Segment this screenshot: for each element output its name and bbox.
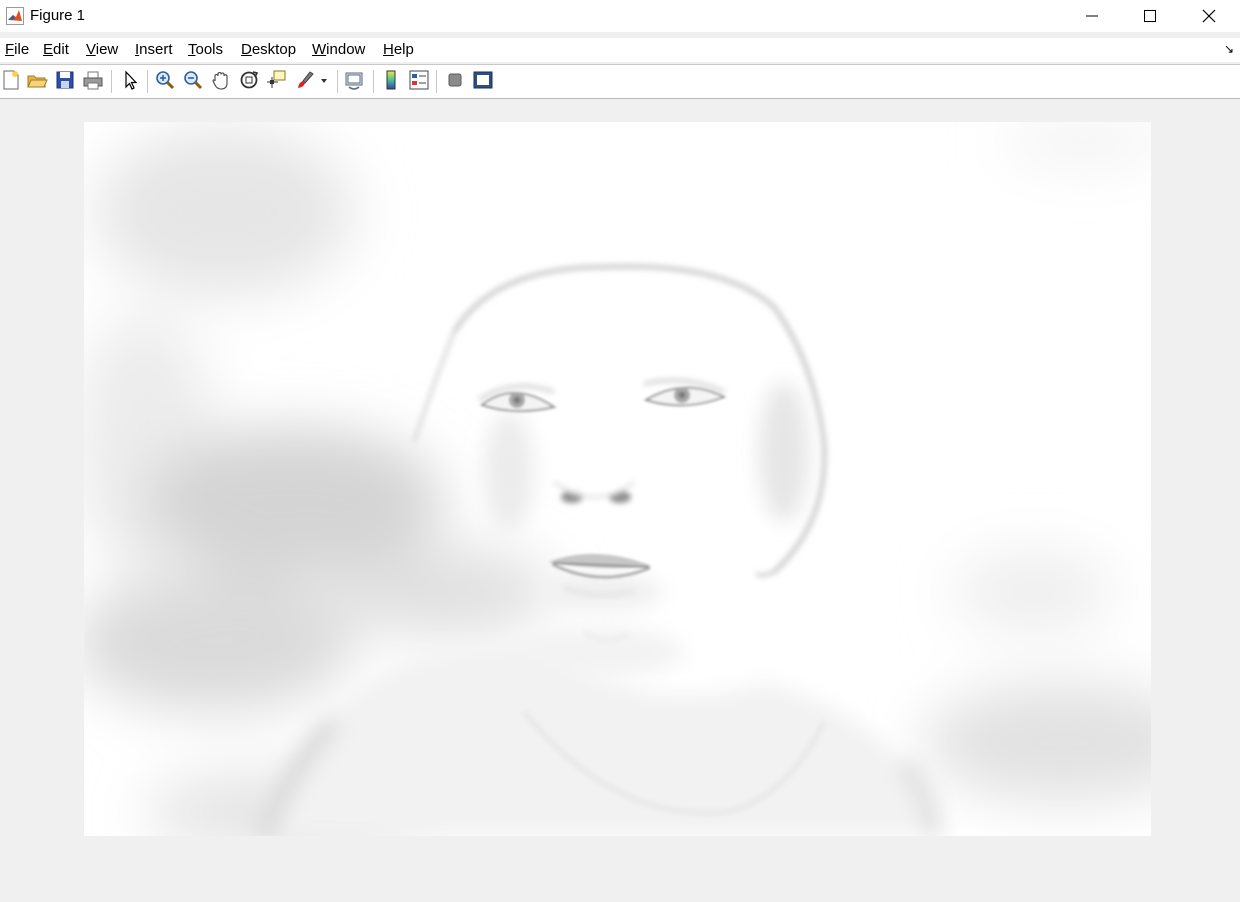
dock-figure-icon[interactable]: ↘: [1224, 42, 1234, 56]
edit-plot-icon[interactable]: [119, 69, 143, 93]
minimize-button[interactable]: [1063, 0, 1121, 32]
brush-icon[interactable]: [294, 69, 332, 93]
open-file-icon[interactable]: [26, 69, 50, 93]
link-plot-icon[interactable]: [343, 69, 367, 93]
menu-view[interactable]: View: [86, 41, 118, 59]
toolbar-separator: [147, 70, 148, 93]
menu-insert[interactable]: Insert: [135, 41, 173, 59]
window-title: Figure 1: [30, 7, 86, 24]
menu-bar: File Edit View Insert Tools Desktop Wind…: [0, 38, 1240, 62]
maximize-icon: [1144, 10, 1156, 22]
zoom-out-icon[interactable]: [182, 69, 206, 93]
menu-edit[interactable]: Edit: [43, 41, 69, 59]
minimize-icon: [1086, 15, 1098, 17]
rotate-3d-icon[interactable]: [238, 69, 262, 93]
title-bar[interactable]: Figure 1: [0, 0, 1240, 32]
displayed-image[interactable]: [84, 122, 1151, 836]
insert-colorbar-icon[interactable]: [380, 69, 404, 93]
save-figure-icon[interactable]: [54, 69, 78, 93]
data-cursor-icon[interactable]: [265, 69, 289, 93]
toolbar-separator: [111, 70, 112, 93]
menu-help[interactable]: Help: [383, 41, 414, 59]
maximize-button[interactable]: [1121, 0, 1179, 32]
toolbar-separator: [373, 70, 374, 93]
toolbar-separator: [337, 70, 338, 93]
show-plot-tools-icon[interactable]: [472, 69, 496, 93]
menu-desktop[interactable]: Desktop: [241, 41, 296, 59]
insert-legend-icon[interactable]: [408, 69, 432, 93]
pan-icon[interactable]: [210, 69, 234, 93]
child-portrait-image: [84, 122, 1151, 836]
zoom-in-icon[interactable]: [154, 69, 178, 93]
hide-plot-tools-icon[interactable]: [444, 69, 468, 93]
menu-window[interactable]: Window: [312, 41, 365, 59]
menu-tools[interactable]: Tools: [188, 41, 223, 59]
figure-toolbar: [0, 64, 1240, 99]
close-icon: [1202, 9, 1216, 23]
close-button[interactable]: [1180, 0, 1238, 32]
menu-file[interactable]: File: [5, 41, 29, 59]
toolbar-separator: [436, 70, 437, 93]
print-figure-icon[interactable]: [82, 69, 106, 93]
new-figure-icon[interactable]: [0, 69, 24, 93]
matlab-logo-icon: [6, 7, 24, 25]
